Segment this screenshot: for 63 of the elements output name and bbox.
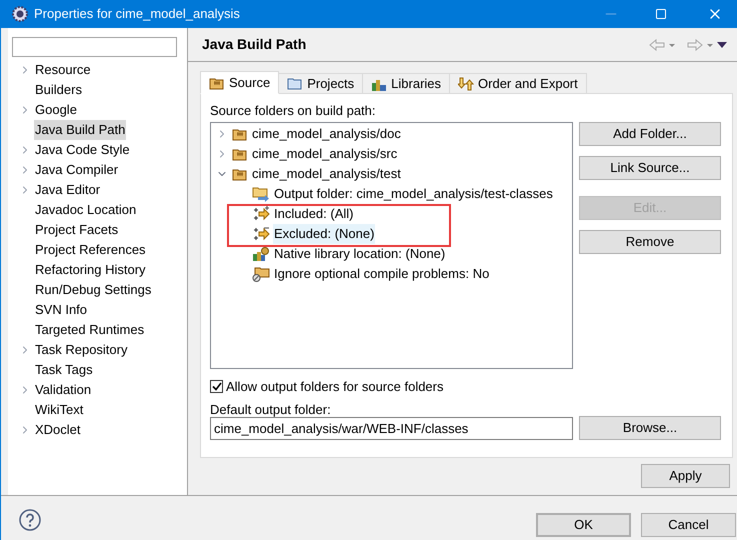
sidebar-item[interactable]: Resource (34, 60, 92, 80)
dialog-button[interactable]: Remove (579, 230, 721, 254)
checkbox-label: Allow output folders for source folders (226, 378, 444, 396)
check-icon (212, 382, 222, 391)
tree-item[interactable]: Included: (All) (273, 204, 354, 224)
folder-icon (232, 147, 248, 161)
tab[interactable]: Projects (278, 73, 364, 94)
tree-item[interactable]: Excluded: (None) (273, 224, 376, 244)
tab[interactable]: Order and Export (449, 73, 587, 94)
sidebar-item[interactable]: Task Repository (34, 340, 128, 360)
tree-item[interactable]: cime_model_analysis/src (252, 144, 398, 164)
folder-icon (232, 127, 248, 141)
dialog-button[interactable]: Cancel (641, 513, 736, 537)
sidebar-item[interactable]: Project References (34, 240, 147, 260)
sidebar-item[interactable]: WikiText (34, 400, 84, 420)
swap-arrows-icon (458, 76, 474, 90)
sidebar-item[interactable]: Java Build Path (34, 120, 126, 140)
dialog-button[interactable]: Add Folder... (579, 122, 721, 146)
filter-field[interactable] (12, 37, 177, 57)
sidebar-item[interactable]: Targeted Runtimes (34, 320, 146, 340)
folder-icon (209, 76, 225, 90)
tree-item[interactable]: cime_model_analysis/doc (252, 124, 401, 144)
tree-item[interactable]: Native library location: (None) (273, 244, 446, 264)
page-title: Java Build Path (202, 35, 306, 54)
field-label: Default output folder: (210, 401, 332, 417)
tree-item[interactable]: cime_model_analysis/test (252, 164, 401, 184)
folder-icon (287, 76, 304, 90)
books-gear-icon (252, 246, 270, 262)
window-title: Properties for cime_model_analysis (34, 5, 240, 24)
sidebar-item[interactable]: Project Facets (34, 220, 120, 240)
gear-icon (12, 6, 28, 22)
filter-minus-icon (252, 226, 270, 242)
sidebar-item[interactable]: Builders (34, 80, 83, 100)
folder-arrow-icon (252, 186, 270, 202)
checkbox[interactable] (210, 380, 223, 393)
help-icon[interactable] (19, 509, 41, 531)
sidebar-item[interactable]: Task Tags (34, 360, 94, 380)
sidebar-item[interactable]: XDoclet (34, 420, 82, 440)
folder-icon (232, 167, 248, 181)
sidebar-item[interactable]: Javadoc Location (34, 200, 138, 220)
sidebar-item[interactable]: Java Editor (34, 180, 102, 200)
folder-warning-icon (252, 266, 270, 282)
dialog-button[interactable]: Link Source... (579, 156, 721, 180)
maximize-icon[interactable] (655, 8, 667, 20)
dialog-button[interactable]: OK (536, 513, 631, 537)
filter-plus-icon (252, 206, 270, 222)
sidebar-item[interactable]: Refactoring History (34, 260, 147, 280)
tree-item[interactable]: Ignore optional compile problems: No (273, 264, 490, 284)
sidebar-item[interactable]: Run/Debug Settings (34, 280, 152, 300)
tree-item[interactable]: Output folder: cime_model_analysis/test-classes (273, 184, 554, 204)
sidebar-item[interactable]: SVN Info (34, 300, 88, 320)
tree-label: Source folders on build path: (210, 102, 376, 118)
sidebar-item[interactable]: Google (34, 100, 78, 120)
back-arrow-icon[interactable] (649, 38, 675, 50)
menu-caret-icon[interactable] (717, 42, 727, 48)
sidebar-item[interactable]: Java Compiler (34, 160, 120, 180)
dialog-button[interactable]: Apply (641, 464, 730, 488)
sidebar-item[interactable]: Validation (34, 380, 92, 400)
tab[interactable]: Libraries (362, 73, 450, 94)
output-folder-field[interactable]: cime_model_analysis/war/WEB-INF/classes (210, 416, 573, 440)
dialog-button[interactable]: Browse... (579, 416, 721, 440)
tab[interactable]: Source (200, 71, 280, 94)
sidebar-item[interactable]: Java Code Style (34, 140, 131, 160)
